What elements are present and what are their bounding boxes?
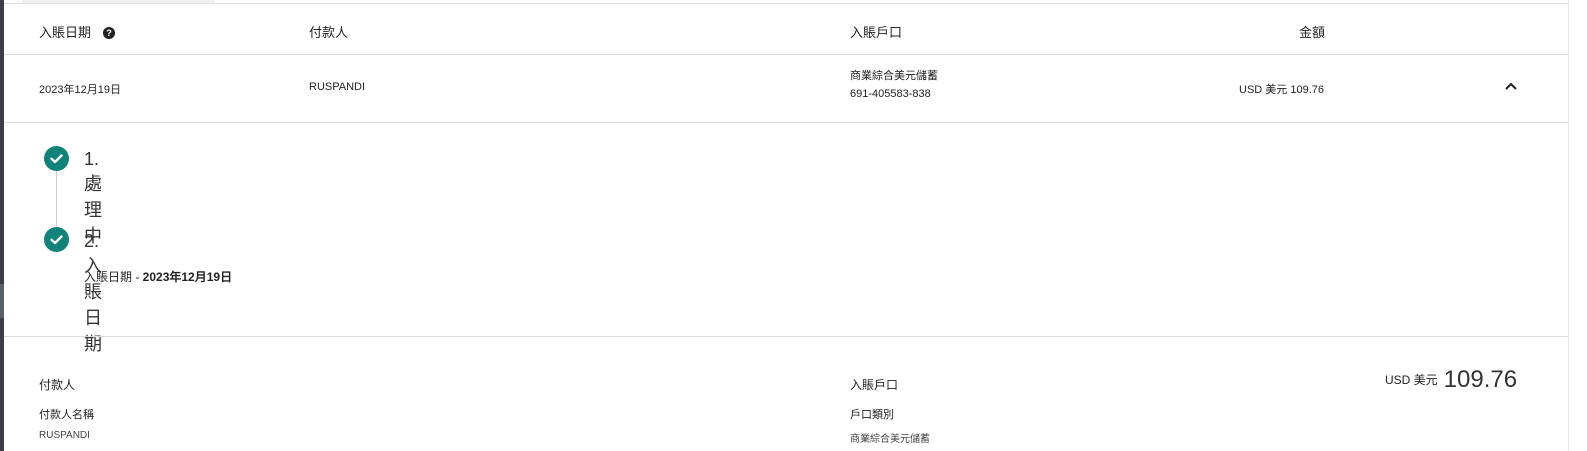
payer-heading: 付款人 (39, 378, 76, 392)
payer-name-label: 付款人名稱 (39, 409, 94, 421)
account-type-value: 商業綜合美元儲蓄 (850, 434, 930, 445)
header-payer: 付款人 (309, 25, 349, 40)
header-amount: 金額 (1299, 25, 1326, 40)
account-type-label: 戶口類別 (850, 409, 894, 421)
header-account: 入賬戶口 (850, 25, 903, 40)
row-account-name: 商業綜合美元儲蓄 (850, 70, 938, 82)
amount-currency: USD 美元 (1385, 373, 1438, 387)
row-payer: RUSPANDI (309, 81, 366, 93)
chevron-up-icon[interactable] (1504, 81, 1518, 91)
step-detail-label: 入賬日期 - (84, 270, 143, 284)
right-scrollbar-track[interactable] (1568, 0, 1587, 451)
row-account-number: 691-405583-838 (850, 88, 931, 100)
step-detail-value: 2023年12月19日 (142, 270, 233, 284)
account-heading: 入賬戶口 (850, 378, 899, 392)
step-detail: 入賬日期 - 2023年12月19日 (84, 268, 232, 285)
section-divider (4, 336, 1568, 337)
payer-name-value: RUSPANDI (39, 430, 90, 441)
header-date[interactable]: 入賬日期? (39, 22, 116, 41)
help-circle-icon[interactable]: ? (103, 27, 116, 39)
left-edge-marker (0, 284, 4, 318)
step-title: 2. 入賬日期 (84, 231, 102, 354)
amount-value: 109.76 (1443, 366, 1518, 393)
check-circle-icon (44, 227, 69, 252)
table-row[interactable]: 2023年12月19日 RUSPANDI 商業綜合美元儲蓄 691-405583… (4, 55, 1568, 123)
row-date: 2023年12月19日 (39, 84, 121, 96)
row-amount: USD 美元 109.76 (1239, 84, 1324, 96)
table-header: 入賬日期? 付款人 入賬戶口 金額 (4, 4, 1568, 55)
step-connector (56, 171, 57, 227)
header-date-label: 入賬日期 (39, 25, 92, 40)
check-circle-icon (44, 146, 69, 171)
amount-summary: USD 美元 109.76 (1385, 366, 1517, 394)
